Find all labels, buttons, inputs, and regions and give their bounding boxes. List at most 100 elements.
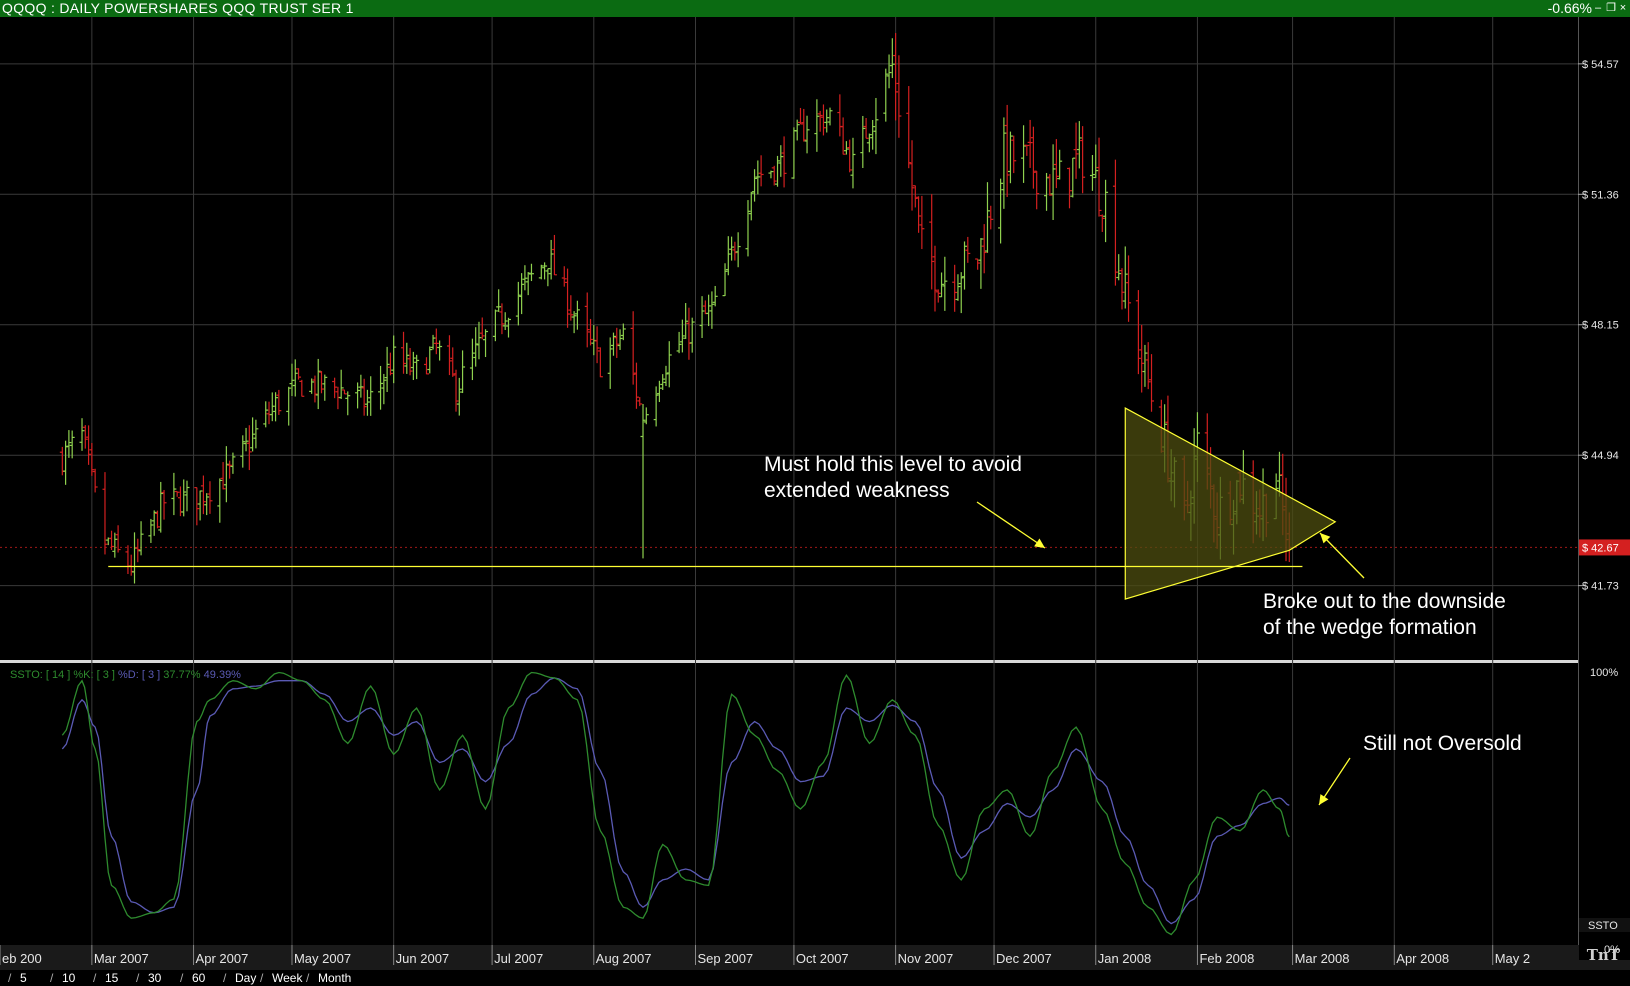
price-bar — [588, 318, 594, 346]
price-bar — [1047, 174, 1053, 196]
price-bar — [138, 521, 144, 556]
price-bar — [269, 392, 275, 422]
price-bar — [594, 326, 600, 364]
osc-legend-part-2: %D: [ 3 ] — [118, 669, 163, 681]
price-bar — [955, 274, 961, 301]
timeframe-tab-day[interactable]: Day — [235, 970, 256, 986]
price-bar — [909, 140, 915, 211]
annotations: Must hold this level to avoid extended we… — [108, 407, 1522, 806]
price-bar — [184, 480, 190, 512]
price-bar — [230, 452, 236, 474]
price-bar — [1004, 104, 1010, 197]
axis-divider — [1578, 17, 1579, 970]
timeframe-tab-30[interactable]: 30 — [148, 970, 161, 986]
chart-area[interactable]: Must hold this level to avoid extended we… — [0, 17, 1630, 970]
close-icon[interactable]: × — [1617, 1, 1629, 15]
price-bar — [748, 191, 754, 221]
price-bar — [154, 510, 160, 529]
price-bar — [906, 86, 912, 169]
price-bar — [315, 358, 321, 410]
x-tick-label: Aug 2007 — [596, 951, 652, 966]
price-bar — [791, 127, 797, 179]
price-bar — [1011, 135, 1017, 174]
price-bar — [804, 115, 810, 154]
timeframe-tab-60[interactable]: 60 — [192, 970, 205, 986]
price-bar — [640, 403, 646, 559]
price-bar — [384, 346, 390, 392]
price-bar — [345, 391, 351, 416]
price-bar — [712, 285, 718, 307]
price-bar — [427, 346, 433, 374]
price-bar — [958, 272, 964, 314]
tab-separator: / — [50, 971, 54, 985]
price-bar — [312, 375, 318, 403]
price-bar — [614, 327, 620, 358]
price-bar — [338, 369, 344, 399]
last-price-label: $ 42.67 — [1582, 542, 1619, 554]
price-bar — [758, 155, 764, 187]
price-bar — [729, 236, 735, 261]
price-bar — [1126, 255, 1132, 322]
price-bar — [561, 266, 567, 287]
tab-separator: / — [223, 971, 227, 985]
x-tick-label: Apr 2008 — [1396, 951, 1449, 966]
timeframe-tab-10[interactable]: 10 — [62, 970, 75, 986]
price-bar — [597, 347, 603, 378]
price-bar — [469, 338, 475, 381]
price-bar — [893, 33, 899, 121]
price-bar — [689, 317, 695, 353]
price-bar — [161, 489, 167, 520]
price-bar — [1096, 137, 1102, 217]
osc-legend-part-1: %K: [ 3 ] — [73, 669, 118, 681]
minimize-icon[interactable]: – — [1592, 1, 1604, 15]
price-bar — [128, 554, 134, 576]
price-bar — [456, 377, 462, 416]
support-arrow — [976, 501, 1046, 549]
panel-divider — [0, 660, 1630, 663]
price-bar — [633, 362, 639, 409]
stochastic-panel[interactable]: 100%0%SSTOSSTO: [ 14 ] %K: [ 3 ] %D: [ 3… — [10, 667, 1630, 956]
price-bar — [637, 397, 643, 407]
price-bar — [1089, 155, 1095, 191]
tab-separator: / — [306, 971, 310, 985]
timeframe-tab-month[interactable]: Month — [318, 970, 351, 986]
y-tick-label: $ 54.57 — [1582, 59, 1619, 71]
price-bar — [883, 68, 889, 122]
price-bar — [643, 407, 649, 425]
tab-separator: / — [260, 971, 264, 985]
price-bar — [502, 312, 508, 331]
price-bar — [699, 296, 705, 338]
x-tick-label: Oct 2007 — [796, 951, 849, 966]
price-bar — [391, 335, 397, 384]
price-bar — [1066, 167, 1072, 209]
price-bar — [171, 472, 177, 516]
price-bar — [217, 478, 223, 523]
price-bar — [194, 487, 200, 526]
timeframe-tab-15[interactable]: 15 — [105, 970, 118, 986]
price-bar — [358, 374, 364, 398]
price-bar — [722, 263, 728, 297]
price-bar — [296, 368, 302, 380]
price-bar — [364, 389, 370, 416]
price-bar — [1145, 342, 1151, 390]
timeframe-tab-5[interactable]: 5 — [20, 970, 27, 986]
price-bar — [837, 94, 843, 137]
oversold-note: Still not Oversold — [1363, 732, 1522, 755]
price-bar — [735, 232, 741, 268]
price-bar — [483, 329, 489, 358]
price-bar — [289, 363, 295, 397]
price-bar — [686, 307, 692, 360]
price-bar — [243, 427, 249, 452]
price-bar — [158, 481, 164, 533]
price-bar — [1119, 268, 1125, 310]
price-bar — [473, 327, 479, 367]
price-bar — [79, 418, 85, 451]
price-bar — [745, 200, 751, 257]
timeframe-tab-week[interactable]: Week — [272, 970, 302, 986]
price-bar — [1057, 149, 1063, 180]
price-bar — [912, 185, 918, 208]
price-bar — [1070, 157, 1076, 198]
y-tick-label: $ 51.36 — [1582, 189, 1619, 201]
price-panel[interactable] — [59, 33, 1292, 584]
restore-icon[interactable]: ❐ — [1605, 1, 1617, 15]
